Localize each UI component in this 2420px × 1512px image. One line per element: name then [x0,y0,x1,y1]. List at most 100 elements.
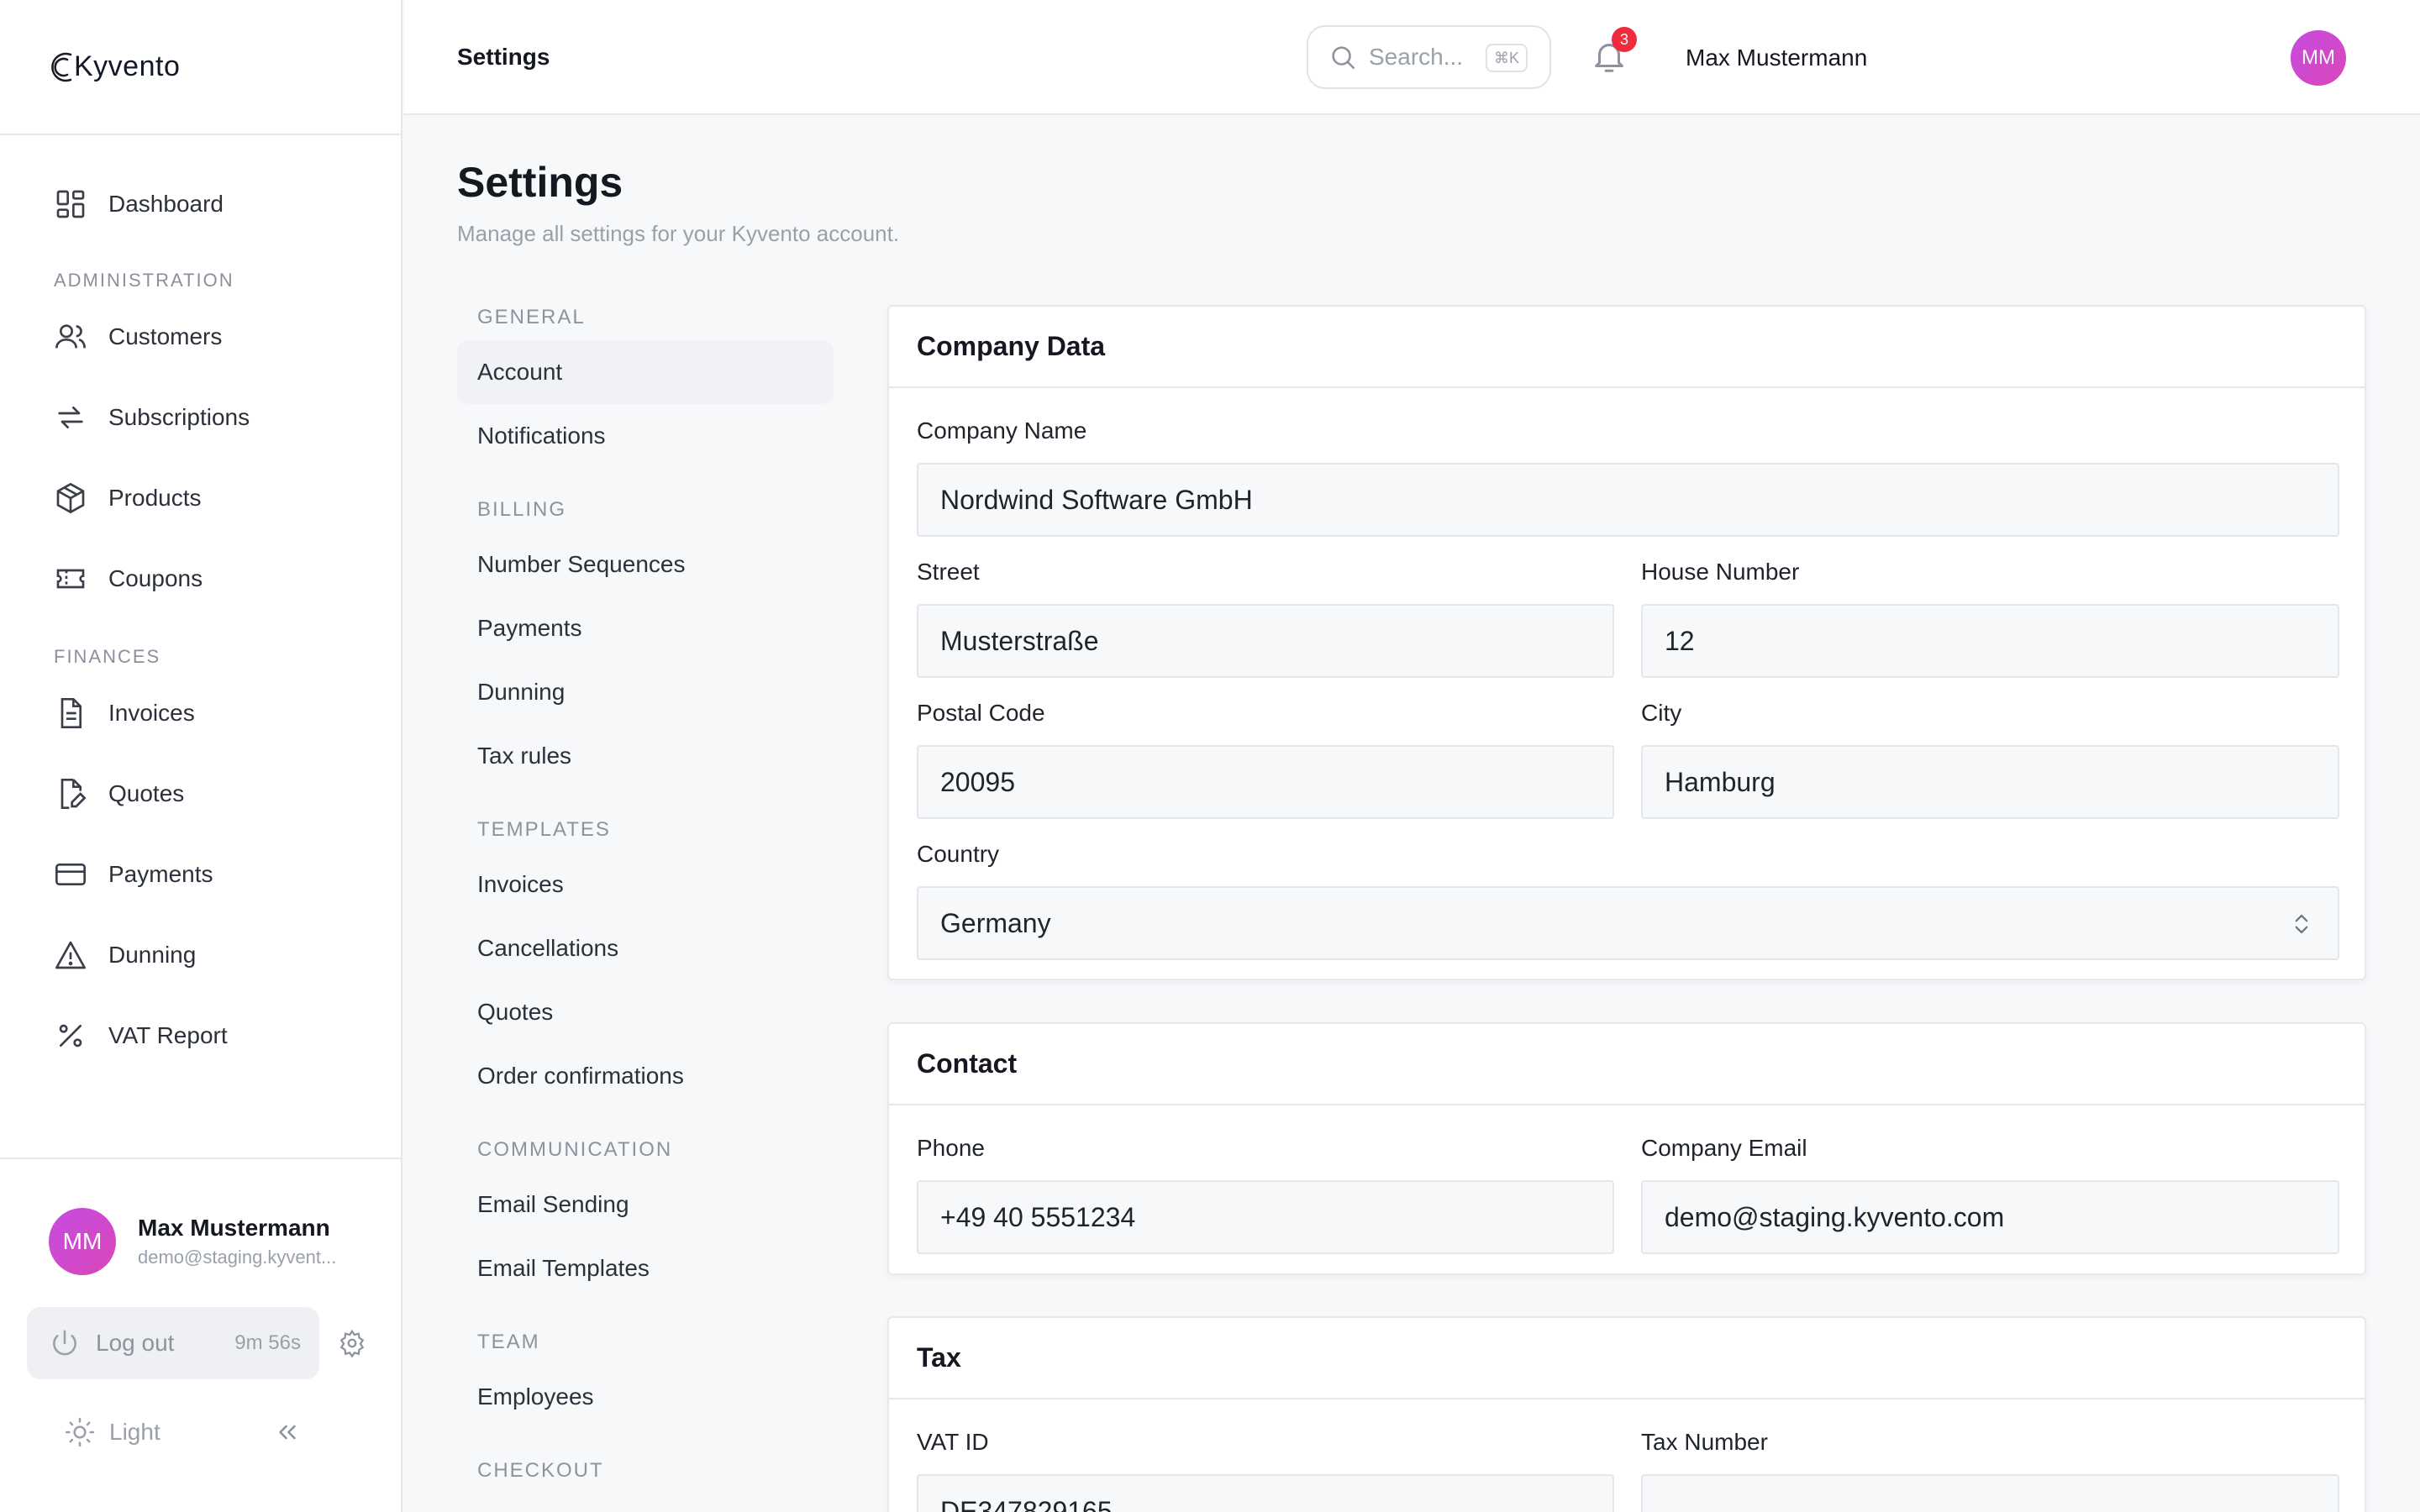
field-label: VAT ID [917,1429,989,1455]
credit-card-icon [55,864,86,885]
field-label: Tax Number [1641,1429,1768,1455]
sidebar-footer: MM Max Mustermann demo@staging.kyvent...… [0,1158,401,1512]
avatar: MM [49,1208,116,1275]
card-title: Tax [889,1318,2365,1399]
nav-item-subscriptions[interactable]: Subscriptions [0,377,401,458]
settings-section-team: TEAM [477,1330,540,1353]
settings-item-invoices[interactable]: Invoices [457,853,834,916]
notification-badge: 3 [1612,27,1637,52]
postal-code-input[interactable]: 20095 [917,745,1614,819]
settings-nav: GENERAL Account Notifications BILLING Nu… [457,294,834,1494]
nav-label: Products [108,485,202,511]
sidebar-user[interactable]: MM Max Mustermann demo@staging.kyvent... [0,1159,401,1275]
country-select[interactable]: Germany [917,886,2339,960]
session-timer: 9m 56s [234,1331,301,1354]
tax-card: Tax VAT ID DE347829165 Tax Number [887,1316,2366,1512]
nav-item-invoices[interactable]: Invoices [0,673,401,753]
street-field: Street Musterstraße [917,559,1614,678]
dashboard-icon [56,190,85,218]
country-value: Germany [940,907,1051,938]
nav-label: Dashboard [108,191,224,217]
repeat-icon [58,407,83,428]
theme-toggle[interactable]: Light [0,1379,401,1448]
settings-section-general: GENERAL [477,305,586,328]
settings-item-email-sending[interactable]: Email Sending [457,1173,834,1236]
settings-item-payments[interactable]: Payments [457,596,834,660]
settings-item-dunning[interactable]: Dunning [457,660,834,724]
settings-section-checkout: CHECKOUT [477,1458,604,1482]
settings-item-quotes[interactable]: Quotes [457,980,834,1044]
settings-item-account[interactable]: Account [457,340,834,404]
company-email-input[interactable]: demo@staging.kyvento.com [1641,1180,2339,1254]
settings-item-tax-rules[interactable]: Tax rules [457,724,834,788]
phone-field: Phone +49 40 5551234 [917,1135,1614,1254]
warning-icon [55,941,86,969]
company-name-field: Company Name Nordwind Software GmbH [917,417,2339,537]
settings-item-number-sequences[interactable]: Number Sequences [457,533,834,596]
street-input[interactable]: Musterstraße [917,604,1614,678]
settings-item-cancellations[interactable]: Cancellations [457,916,834,980]
nav-item-dashboard[interactable]: Dashboard [0,164,401,244]
settings-item-email-templates[interactable]: Email Templates [457,1236,834,1300]
field-label: House Number [1641,559,1800,585]
package-icon [56,483,85,513]
power-icon [53,1330,76,1356]
nav-item-dunning[interactable]: Dunning [0,915,401,995]
nav-label: Payments [108,861,213,887]
nav-item-products[interactable]: Products [0,458,401,538]
percent-icon [59,1024,82,1047]
sidebar: Kyvento Dashboard ADMINISTRATION Custome… [0,0,402,1512]
card-title: Company Data [889,307,2365,388]
nav-label: Invoices [108,700,195,726]
nav-item-quotes[interactable]: Quotes [0,753,401,834]
theme-label: Light [109,1419,160,1445]
house-number-input[interactable]: 12 [1641,604,2339,678]
brand-logo[interactable]: Kyvento [0,0,401,135]
chevrons-left-icon[interactable] [273,1418,302,1446]
nav-section-administration: ADMINISTRATION [54,270,234,291]
settings-section-templates: TEMPLATES [477,817,611,841]
contact-card: Contact Phone +49 40 5551234 Company Ema… [887,1022,2366,1275]
card-title: Contact [889,1024,2365,1105]
breadcrumb: Settings [457,43,550,70]
logout-button[interactable]: Log out 9m 56s [27,1307,319,1379]
company-name-input[interactable]: Nordwind Software GmbH [917,463,2339,537]
page-title: Settings [457,159,623,206]
page-subtitle: Manage all settings for your Kyvento acc… [457,221,900,246]
nav-label: Quotes [108,780,185,806]
settings-item-order-confirmations[interactable]: Order confirmations [457,1044,834,1108]
search-icon [1332,46,1355,70]
city-field: City Hamburg [1641,700,2339,819]
sun-icon [65,1417,95,1447]
city-input[interactable]: Hamburg [1641,745,2339,819]
field-label: Postal Code [917,700,1045,726]
settings-item-notifications[interactable]: Notifications [457,404,834,468]
company-email-field: Company Email demo@staging.kyvento.com [1641,1135,2339,1254]
settings-section-billing: BILLING [477,497,567,521]
postal-code-field: Postal Code 20095 [917,700,1614,819]
search-placeholder: Search... [1369,44,1464,70]
phone-input[interactable]: +49 40 5551234 [917,1180,1614,1254]
logout-label: Log out [96,1330,175,1356]
country-field: Country Germany [917,841,2339,960]
tax-number-input[interactable] [1641,1474,2339,1512]
vat-id-input[interactable]: DE347829165 [917,1474,1614,1512]
nav-item-vat-report[interactable]: VAT Report [0,995,401,1076]
avatar[interactable]: MM [2291,30,2346,86]
settings-item-employees[interactable]: Employees [457,1365,834,1429]
field-label: Company Email [1641,1135,1807,1161]
search-shortcut: ⌘K [1485,44,1528,72]
nav-label: Subscriptions [108,404,250,430]
nav-item-coupons[interactable]: Coupons [0,538,401,619]
gear-icon[interactable] [338,1329,366,1357]
field-label: Company Name [917,417,1087,444]
nav-label: VAT Report [108,1022,228,1048]
nav-item-customers[interactable]: Customers [0,297,401,377]
chevron-up-down-icon [2295,914,2308,934]
nav-item-payments[interactable]: Payments [0,834,401,915]
nav-label: Dunning [108,942,197,968]
topbar-user-name[interactable]: Max Mustermann [1686,0,1867,115]
field-label: Street [917,559,980,585]
search-input[interactable]: Search... ⌘K [1307,25,1551,89]
vat-id-field: VAT ID DE347829165 [917,1429,1614,1512]
